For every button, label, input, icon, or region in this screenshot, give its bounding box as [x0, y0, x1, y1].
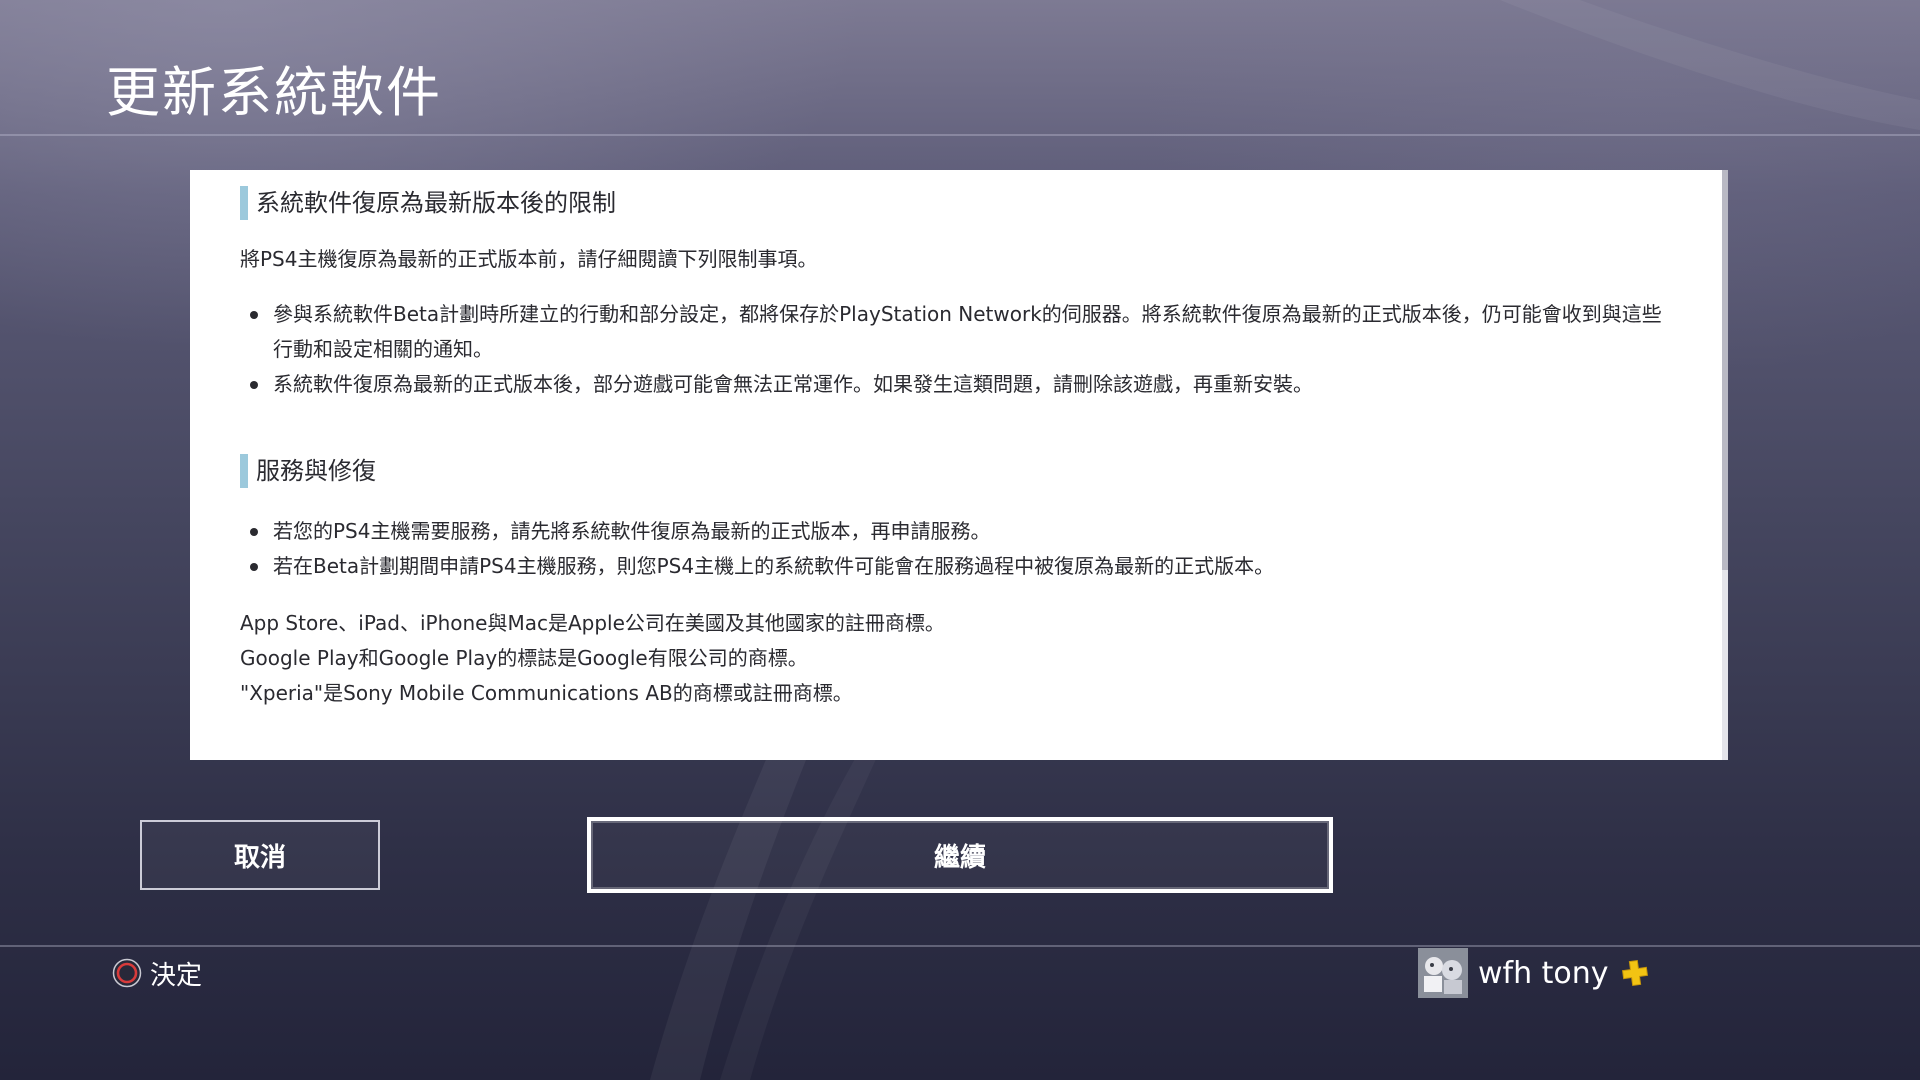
- circle-button-icon: [112, 958, 142, 988]
- list-item: 若您的PS4主機需要服務，請先將系統軟件復原為最新的正式版本，再申請服務。: [240, 514, 1680, 549]
- bullet-dot: [250, 311, 258, 319]
- scrollbar-thumb[interactable]: [1722, 170, 1728, 570]
- list-item-text: 若您的PS4主機需要服務，請先將系統軟件復原為最新的正式版本，再申請服務。: [273, 519, 991, 543]
- footer-divider: [0, 945, 1920, 947]
- trademark-line: Google Play和Google Play的標誌是Google有限公司的商標…: [240, 646, 808, 670]
- list-item: 若在Beta計劃期間申請PS4主機服務，則您PS4主機上的系統軟件可能會在服務過…: [240, 549, 1680, 584]
- user-name: wfh tony: [1478, 955, 1609, 991]
- continue-button[interactable]: 繼續: [587, 817, 1333, 893]
- bullet-dot: [250, 528, 258, 536]
- trademark-line: App Store、iPad、iPhone與Mac是Apple公司在美國及其他國…: [240, 611, 945, 635]
- info-panel[interactable]: 系統軟件復原為最新版本後的限制 將PS4主機復原為最新的正式版本前，請仔細閱讀下…: [190, 170, 1728, 760]
- cancel-button[interactable]: 取消: [140, 820, 380, 890]
- panel-scrollbar[interactable]: [1722, 170, 1728, 760]
- page-title: 更新系統軟件: [106, 61, 442, 124]
- heading-accent-bar: [240, 454, 248, 488]
- section-heading-service: 服務與修復: [240, 450, 1680, 492]
- bullet-dot: [250, 563, 258, 571]
- list-item-text: 參與系統軟件Beta計劃時所建立的行動和部分設定，都將保存於PlayStatio…: [273, 302, 1662, 361]
- footer-hint: 決定: [112, 955, 202, 991]
- footer-hint-label: 決定: [150, 960, 203, 991]
- playstation-plus-icon: [1621, 959, 1648, 987]
- user-badge: wfh tony: [1418, 948, 1649, 998]
- list-item: 系統軟件復原為最新的正式版本後，部分遊戲可能會無法正常運作。如果發生這類問題，請…: [240, 367, 1680, 402]
- header-divider: [0, 134, 1920, 136]
- avatar: [1418, 948, 1468, 998]
- trademark-notes: App Store、iPad、iPhone與Mac是Apple公司在美國及其他國…: [240, 606, 1680, 711]
- heading-accent-bar: [240, 186, 248, 220]
- bullet-dot: [250, 381, 258, 389]
- section-heading-text: 系統軟件復原為最新版本後的限制: [256, 189, 616, 217]
- restrictions-list: 參與系統軟件Beta計劃時所建立的行動和部分設定，都將保存於PlayStatio…: [240, 297, 1680, 402]
- list-item: 參與系統軟件Beta計劃時所建立的行動和部分設定，都將保存於PlayStatio…: [240, 297, 1680, 367]
- trademark-line: "Xperia"是Sony Mobile Communications AB的商…: [240, 681, 853, 705]
- section-heading-text: 服務與修復: [256, 457, 376, 485]
- section-heading-restrictions: 系統軟件復原為最新版本後的限制: [240, 182, 1680, 224]
- service-list: 若您的PS4主機需要服務，請先將系統軟件復原為最新的正式版本，再申請服務。 若在…: [240, 514, 1680, 584]
- list-item-text: 若在Beta計劃期間申請PS4主機服務，則您PS4主機上的系統軟件可能會在服務過…: [273, 554, 1275, 578]
- list-item-text: 系統軟件復原為最新的正式版本後，部分遊戲可能會無法正常運作。如果發生這類問題，請…: [273, 372, 1313, 396]
- info-panel-content: 系統軟件復原為最新版本後的限制 將PS4主機復原為最新的正式版本前，請仔細閱讀下…: [240, 182, 1680, 711]
- intro-paragraph: 將PS4主機復原為最新的正式版本前，請仔細閱讀下列限制事項。: [240, 247, 818, 271]
